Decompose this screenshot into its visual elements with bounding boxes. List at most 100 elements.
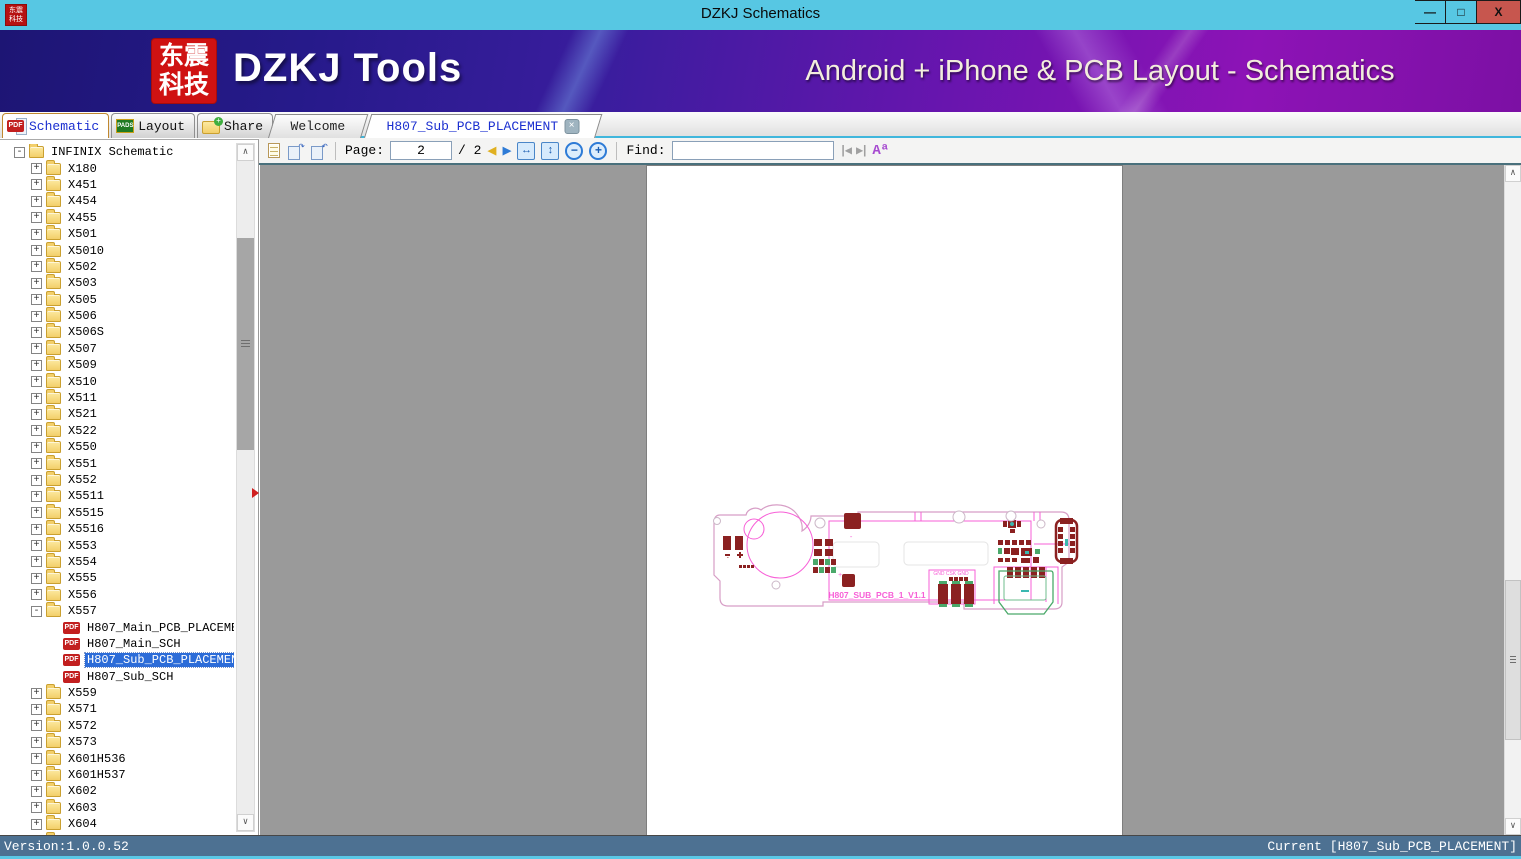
expander-icon[interactable] bbox=[31, 163, 42, 175]
expander-icon[interactable] bbox=[31, 556, 42, 568]
find-previous-button[interactable]: |◀ bbox=[840, 143, 853, 158]
tree-item[interactable]: X502 bbox=[0, 257, 234, 275]
expander-icon[interactable] bbox=[31, 179, 42, 191]
expander-icon[interactable] bbox=[31, 195, 42, 207]
scroll-down-icon[interactable]: ∨ bbox=[237, 814, 254, 831]
snapshot-button[interactable] bbox=[268, 143, 280, 158]
tree-item[interactable]: X551 bbox=[0, 454, 234, 471]
tree-item[interactable]: X511 bbox=[0, 389, 234, 406]
tree-item[interactable]: X506S bbox=[0, 323, 234, 340]
tree-item[interactable]: X5511 bbox=[0, 487, 234, 504]
document-tab[interactable]: H807_Sub_PCB_PLACEMENT bbox=[363, 114, 602, 138]
tree-item[interactable]: X550 bbox=[0, 438, 234, 455]
tree-item[interactable]: X501 bbox=[0, 225, 234, 242]
expander-icon[interactable] bbox=[31, 294, 42, 306]
expander-icon[interactable] bbox=[31, 572, 42, 584]
tree-item[interactable]: X554 bbox=[0, 552, 234, 570]
tree-item[interactable]: X522 bbox=[0, 421, 234, 439]
pdf-viewer[interactable]: H807_SUB_PCB_1_V1.1 GND CSK GND + - - ∧ … bbox=[260, 165, 1521, 835]
page-number-input[interactable] bbox=[390, 141, 453, 160]
expander-icon[interactable] bbox=[31, 753, 42, 765]
next-page-button[interactable]: ▶ bbox=[502, 141, 511, 160]
app-tab[interactable]: Schematic bbox=[2, 113, 110, 138]
expander-icon[interactable] bbox=[31, 408, 42, 420]
tree-item[interactable]: X601H537 bbox=[0, 766, 234, 783]
expander-icon[interactable] bbox=[31, 441, 42, 453]
tree-item[interactable]: X5515 bbox=[0, 503, 234, 521]
tree-item[interactable]: X603 bbox=[0, 798, 234, 816]
expander-icon[interactable] bbox=[31, 785, 42, 797]
tree-item[interactable]: X180 bbox=[0, 159, 234, 176]
tree-item[interactable]: X505 bbox=[0, 290, 234, 308]
expander-icon[interactable] bbox=[31, 228, 42, 240]
tree-item[interactable]: X604 bbox=[0, 815, 234, 832]
tree-item[interactable]: X507 bbox=[0, 339, 234, 357]
tree-item[interactable]: X601H536 bbox=[0, 749, 234, 766]
rotate-right-button[interactable] bbox=[286, 139, 305, 160]
tree-item[interactable]: X555 bbox=[0, 569, 234, 586]
collapse-panel-arrow-icon[interactable] bbox=[252, 488, 259, 498]
tree-item[interactable]: X509 bbox=[0, 356, 234, 373]
fit-page-button[interactable]: ↕ bbox=[541, 141, 560, 160]
expander-icon[interactable] bbox=[31, 245, 42, 257]
expander-icon[interactable] bbox=[31, 736, 42, 748]
expander-icon[interactable] bbox=[31, 802, 42, 814]
tree-item[interactable]: H807_Sub_PCB_PLACEMENT bbox=[0, 652, 234, 670]
expander-icon[interactable] bbox=[31, 490, 42, 502]
expander-icon[interactable] bbox=[31, 376, 42, 388]
expander-icon[interactable] bbox=[31, 474, 42, 486]
rotate-left-button[interactable] bbox=[309, 139, 328, 160]
expander-icon[interactable] bbox=[31, 687, 42, 699]
expander-icon[interactable] bbox=[31, 310, 42, 322]
close-icon[interactable] bbox=[563, 119, 579, 134]
find-input[interactable] bbox=[671, 141, 834, 160]
fit-width-button[interactable]: ↔ bbox=[517, 141, 536, 160]
expander-icon[interactable] bbox=[31, 392, 42, 404]
expander-icon[interactable] bbox=[31, 605, 42, 617]
app-tab[interactable]: Layout bbox=[111, 113, 196, 138]
document-tab[interactable]: Welcome bbox=[268, 114, 368, 138]
tree-item[interactable]: X572 bbox=[0, 716, 234, 734]
tree-item[interactable]: X573 bbox=[0, 733, 234, 750]
expander-icon[interactable] bbox=[31, 818, 42, 830]
tree-item[interactable]: X454 bbox=[0, 192, 234, 209]
tree-item[interactable]: X503 bbox=[0, 274, 234, 291]
tree-item[interactable]: X451 bbox=[0, 175, 234, 193]
previous-page-button[interactable]: ◀ bbox=[487, 141, 496, 160]
expander-icon[interactable] bbox=[31, 458, 42, 470]
tree-item[interactable]: H807_Main_PCB_PLACEMENT bbox=[0, 619, 234, 637]
tree-item[interactable]: H807_Main_SCH bbox=[0, 635, 234, 653]
expander-icon[interactable] bbox=[31, 523, 42, 535]
zoom-in-button[interactable]: + bbox=[589, 141, 608, 160]
expander-icon[interactable] bbox=[31, 343, 42, 355]
app-tab[interactable]: Share bbox=[197, 113, 274, 138]
expander-icon[interactable] bbox=[31, 540, 42, 552]
expander-icon[interactable] bbox=[31, 703, 42, 715]
expander-icon[interactable] bbox=[31, 277, 42, 289]
expander-icon[interactable] bbox=[31, 769, 42, 781]
maximize-button[interactable]: □ bbox=[1446, 0, 1477, 24]
scroll-up-icon[interactable]: ∧ bbox=[1505, 165, 1521, 182]
tree-item[interactable]: X553 bbox=[0, 536, 234, 553]
tree-item[interactable]: X506 bbox=[0, 307, 234, 324]
tree-item[interactable]: X5010 bbox=[0, 241, 234, 258]
expander-icon[interactable] bbox=[31, 326, 42, 338]
tree-item[interactable]: X571 bbox=[0, 700, 234, 717]
tree-item[interactable]: X559 bbox=[0, 684, 234, 701]
expander-icon[interactable] bbox=[31, 720, 42, 732]
match-case-button[interactable]: Aª bbox=[872, 143, 889, 159]
expander-icon[interactable] bbox=[14, 146, 25, 158]
tree-item[interactable]: X5516 bbox=[0, 520, 234, 537]
close-button[interactable]: X bbox=[1477, 0, 1521, 24]
tree-item[interactable]: X521 bbox=[0, 405, 234, 422]
tree-item[interactable]: X556 bbox=[0, 585, 234, 603]
tree-item[interactable]: X557 bbox=[0, 602, 234, 619]
tree-item[interactable]: H807_Sub_SCH bbox=[0, 668, 234, 686]
tree-item[interactable]: X455 bbox=[0, 208, 234, 226]
viewer-scrollbar[interactable]: ∧ ∨ bbox=[1504, 165, 1521, 835]
minimize-button[interactable]: — bbox=[1415, 0, 1446, 24]
zoom-out-button[interactable]: − bbox=[565, 141, 584, 160]
expander-icon[interactable] bbox=[31, 425, 42, 437]
expander-icon[interactable] bbox=[31, 507, 42, 519]
expander-icon[interactable] bbox=[31, 212, 42, 224]
